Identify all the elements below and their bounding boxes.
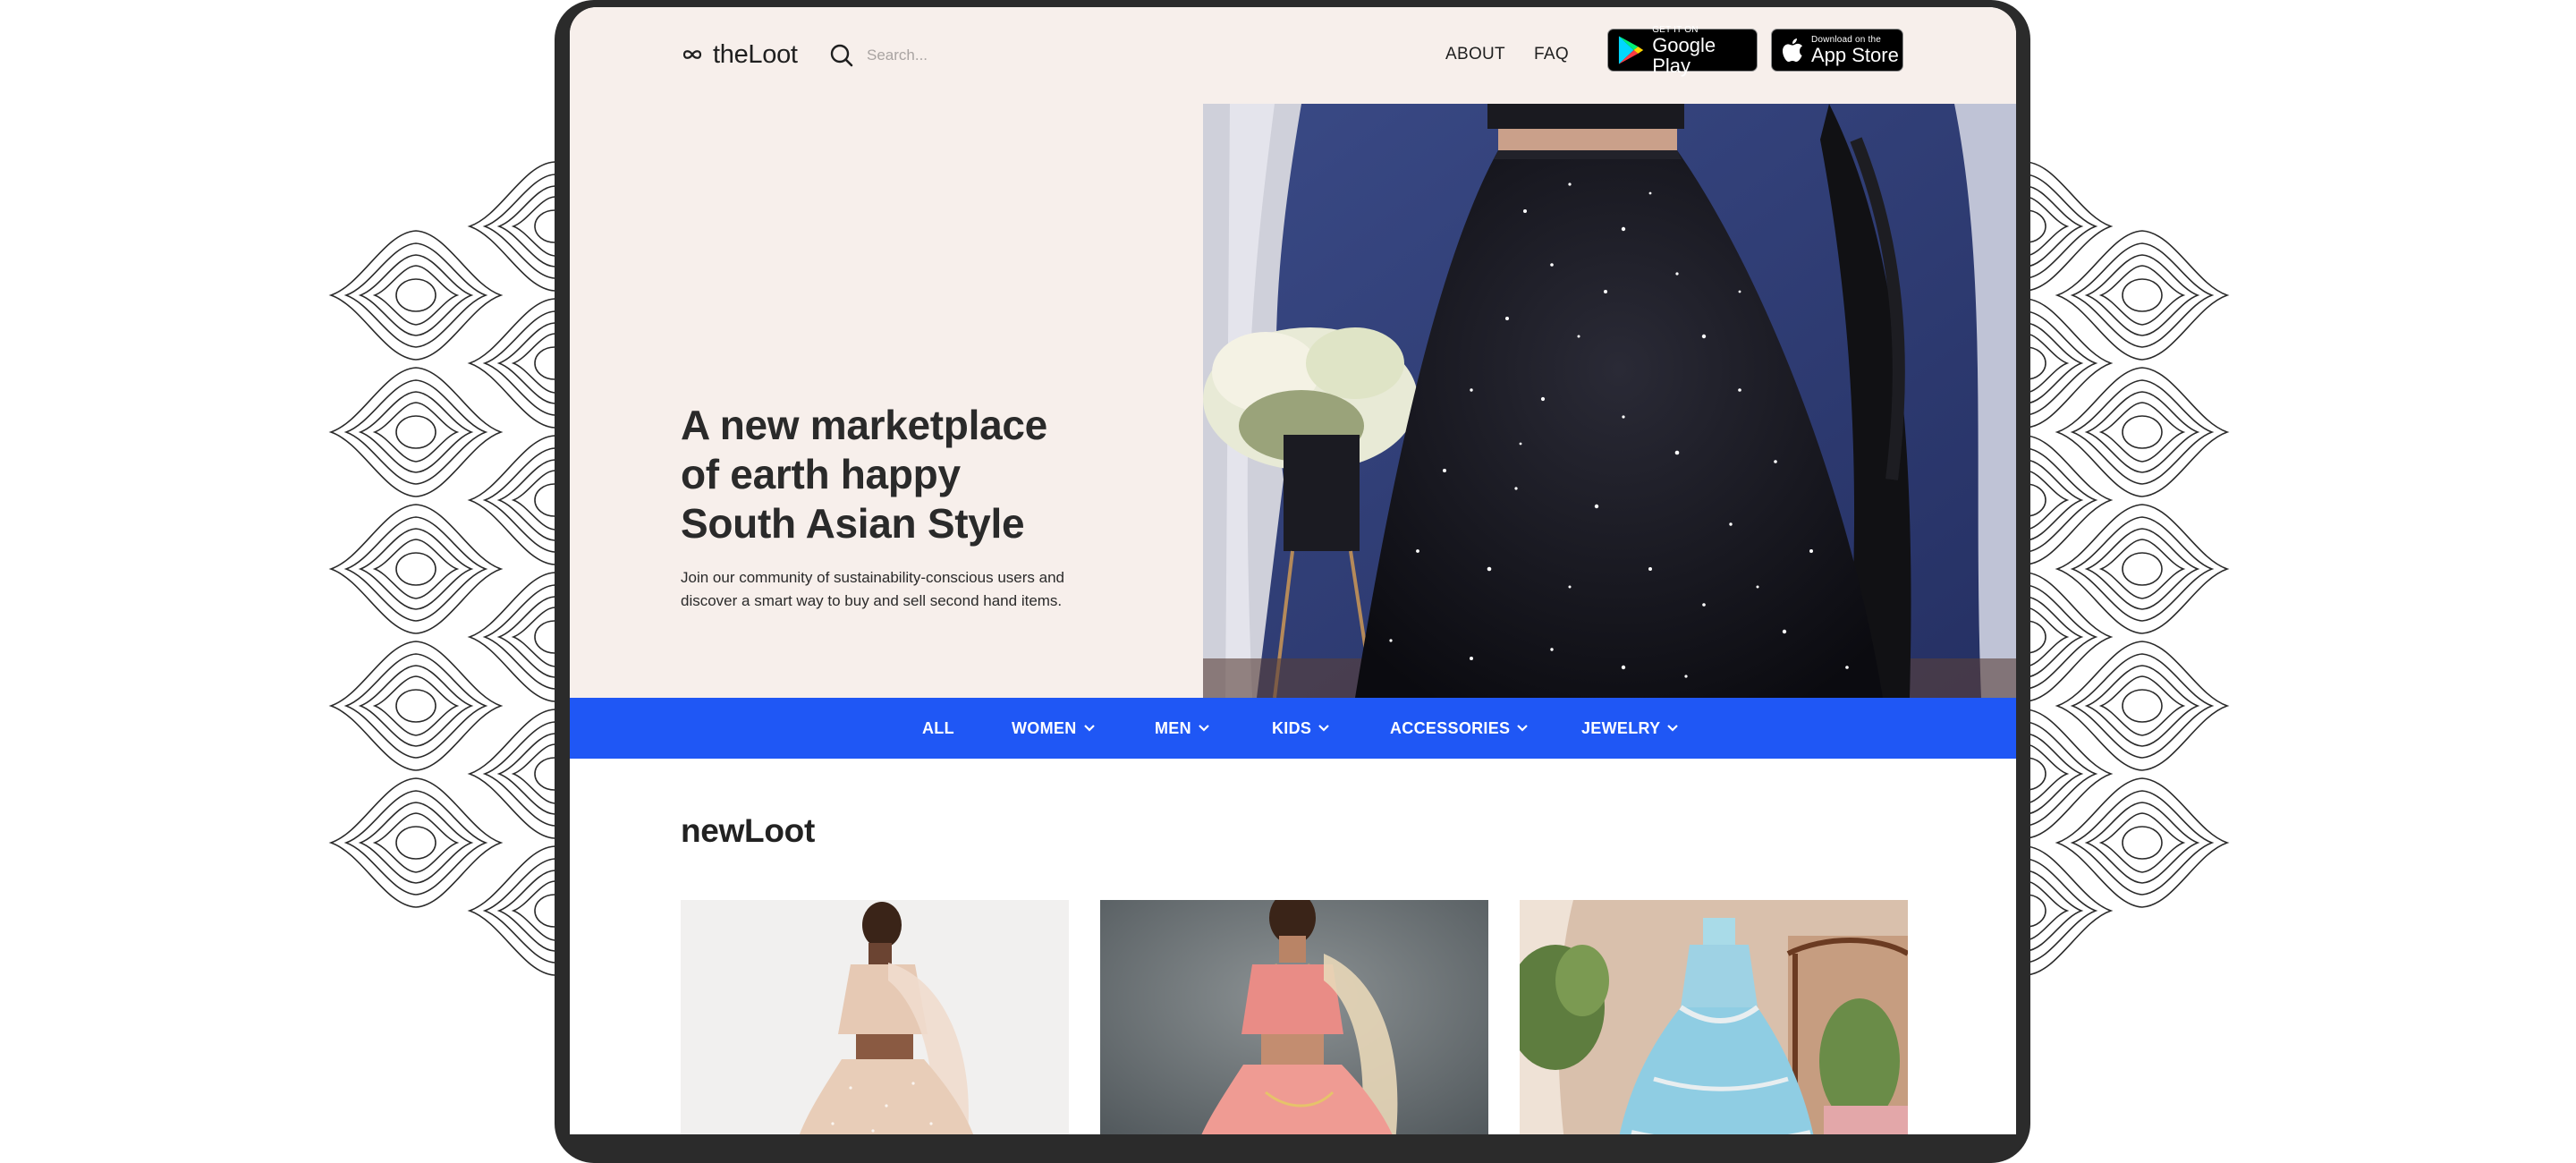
chevron-down-icon [1667,725,1679,732]
google-play-small-text: GET IT ON [1652,24,1699,35]
chevron-down-icon [1318,725,1329,732]
category-men[interactable]: MEN [1155,698,1209,759]
product-card[interactable] [1100,900,1488,1134]
apple-icon [1783,38,1802,62]
top-navigation-bar: theLoot ABOUT FAQ GET IT ON Google Play [570,7,2016,104]
product-card[interactable] [681,900,1069,1134]
hero-title-line: South Asian Style [681,500,1025,547]
category-label: ACCESSORIES [1390,718,1511,737]
search-bar [829,38,1101,73]
search-input[interactable] [865,46,1101,65]
nav-about-link[interactable]: ABOUT [1445,45,1505,64]
section-title: newLoot [681,812,815,849]
search-icon[interactable] [829,43,854,68]
app-store-big-text: App Store [1811,44,1899,66]
category-label: ALL [922,718,954,737]
google-play-icon [1618,36,1644,64]
nav-faq-link[interactable]: FAQ [1534,45,1569,64]
hero-title-line: of earth happy [681,451,961,497]
device-screen: theLoot ABOUT FAQ GET IT ON Google Play [570,7,2016,1134]
category-label: MEN [1155,718,1191,737]
brand-logo[interactable]: theLoot [681,34,798,75]
chevron-down-icon [1083,725,1095,732]
category-women[interactable]: WOMEN [1012,698,1095,759]
category-label: JEWELRY [1581,718,1661,737]
chevron-down-icon [1199,725,1209,732]
google-play-big-text: Google Play [1652,33,1716,77]
category-kids[interactable]: KIDS [1272,698,1329,759]
app-store-button[interactable]: Download on the App Store [1771,29,1903,72]
product-image [1100,900,1488,1134]
infinity-logo-icon [682,50,702,59]
category-label: KIDS [1272,718,1312,737]
product-image [1520,900,1908,1134]
google-play-button[interactable]: GET IT ON Google Play [1607,25,1758,76]
hero-image [1203,104,2016,698]
brand-name: theLoot [713,39,798,69]
hero-title: A new marketplace of earth happy South A… [681,401,1182,548]
category-all[interactable]: ALL [922,698,954,759]
hero-title-line: A new marketplace [681,402,1047,448]
category-navigation-bar: ALL WOMEN MEN KIDS ACCESSORIES JEWELRY [570,698,2016,759]
category-label: WOMEN [1012,718,1077,737]
hero-subtitle: Join our community of sustainability-con… [681,569,1064,609]
category-accessories[interactable]: ACCESSORIES [1390,698,1529,759]
product-card[interactable] [1520,900,1908,1134]
hero-lehenga-illustration [1203,104,2016,698]
chevron-down-icon [1517,725,1529,732]
product-image [681,900,1069,1134]
category-jewelry[interactable]: JEWELRY [1581,698,1679,759]
